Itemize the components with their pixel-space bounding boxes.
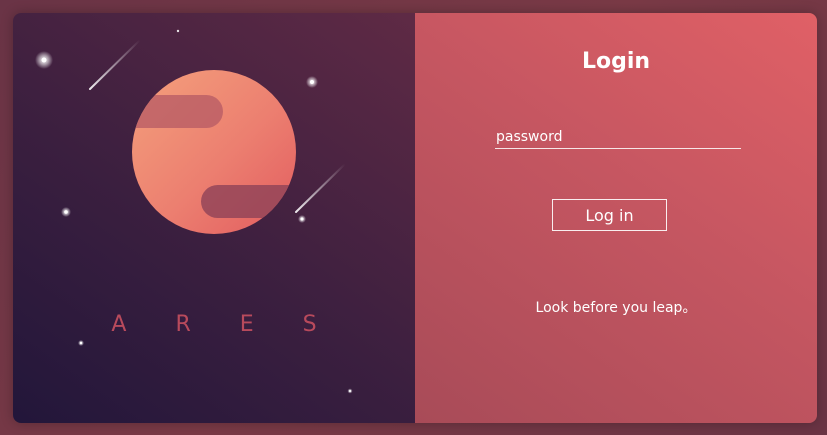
brand-panel: A R E S — [13, 13, 415, 423]
password-input[interactable] — [495, 126, 741, 148]
planet-icon — [132, 70, 296, 234]
password-field-wrapper — [495, 126, 741, 149]
space-illustration — [35, 29, 353, 394]
login-card: A R E S Login Log in Look before you lea… — [13, 13, 817, 423]
page-title: Login — [581, 49, 651, 74]
login-button[interactable]: Log in — [552, 199, 667, 231]
login-panel: Login Log in Look before you leap。 — [415, 13, 817, 423]
motto-text: Look before you leap。 — [535, 300, 697, 316]
brand-name: A R E S — [111, 312, 338, 337]
